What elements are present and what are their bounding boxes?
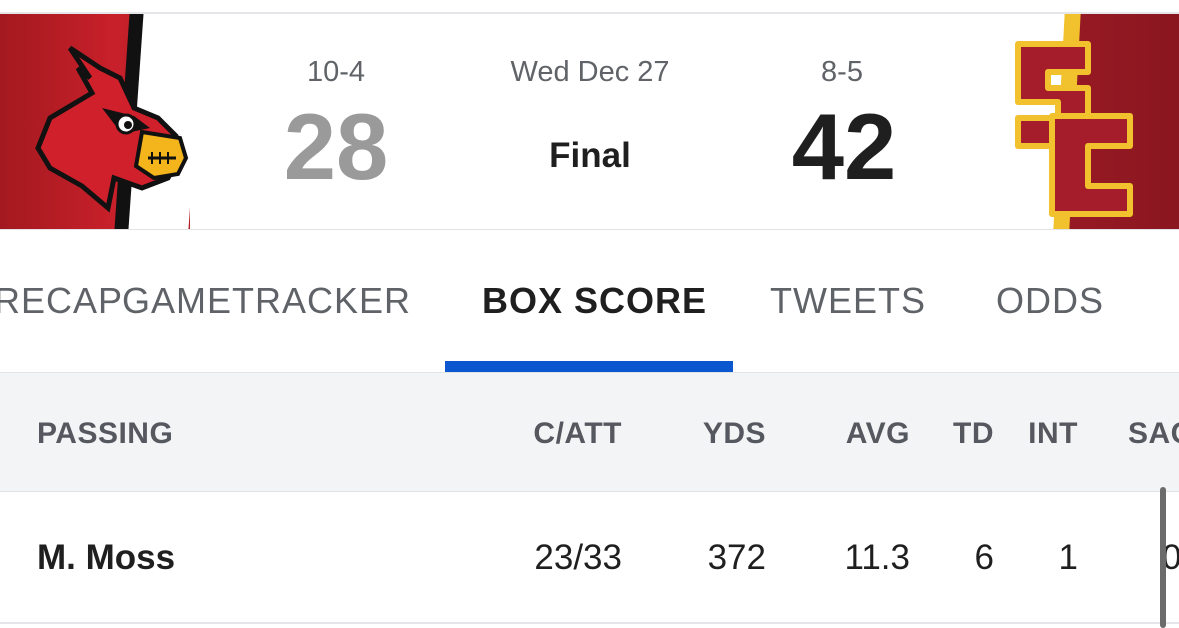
tab-gametracker[interactable]: GAMETRACKER xyxy=(122,280,411,322)
section-title: PASSING xyxy=(37,417,174,450)
tab-box-score[interactable]: BOX SCORE xyxy=(482,280,707,322)
active-tab-indicator xyxy=(445,361,733,372)
column-header-yds[interactable]: YDS xyxy=(660,417,766,451)
away-team-record: 10-4 xyxy=(306,56,366,88)
tab-recap[interactable]: RECAP xyxy=(0,280,123,322)
cell-yds: 372 xyxy=(707,538,766,577)
home-team-record: 8-5 xyxy=(821,56,863,88)
tab-tweets[interactable]: TWEETS xyxy=(770,280,926,322)
away-team-score: 28 xyxy=(283,94,389,199)
column-header-int[interactable]: INT xyxy=(1010,417,1078,451)
game-status: Final xyxy=(549,136,631,175)
scoreboard: 10-4 28 Wed Dec 27 Final 8-5 42 xyxy=(0,14,1179,229)
cell-catt: 23/33 xyxy=(534,538,622,577)
home-team-score: 42 xyxy=(791,94,897,199)
column-header-avg[interactable]: AVG xyxy=(800,417,910,451)
column-header-sack[interactable]: SACK xyxy=(1128,417,1179,451)
tab-odds[interactable]: ODDS xyxy=(996,280,1104,322)
cell-int: 1 xyxy=(1058,538,1078,577)
away-team-logo[interactable] xyxy=(30,38,190,218)
column-header-catt[interactable]: C/ATT xyxy=(500,417,622,451)
passing-table-header: PASSING C/ATT YDS AVG TD INT SACK xyxy=(0,372,1179,493)
column-header-td[interactable]: TD xyxy=(930,417,994,451)
game-date: Wed Dec 27 xyxy=(510,56,670,88)
table-row[interactable]: M. Moss 23/33 372 11.3 6 1 0 xyxy=(0,492,1179,624)
cell-avg: 11.3 xyxy=(844,538,910,577)
top-divider xyxy=(0,0,1179,14)
home-team-logo[interactable] xyxy=(1008,36,1138,221)
player-name[interactable]: M. Moss xyxy=(37,538,175,578)
cell-td: 6 xyxy=(974,538,994,577)
game-tabs: RECAP GAMETRACKER BOX SCORE TWEETS ODDS xyxy=(0,230,1179,372)
vertical-scrollbar[interactable] xyxy=(1160,487,1166,628)
